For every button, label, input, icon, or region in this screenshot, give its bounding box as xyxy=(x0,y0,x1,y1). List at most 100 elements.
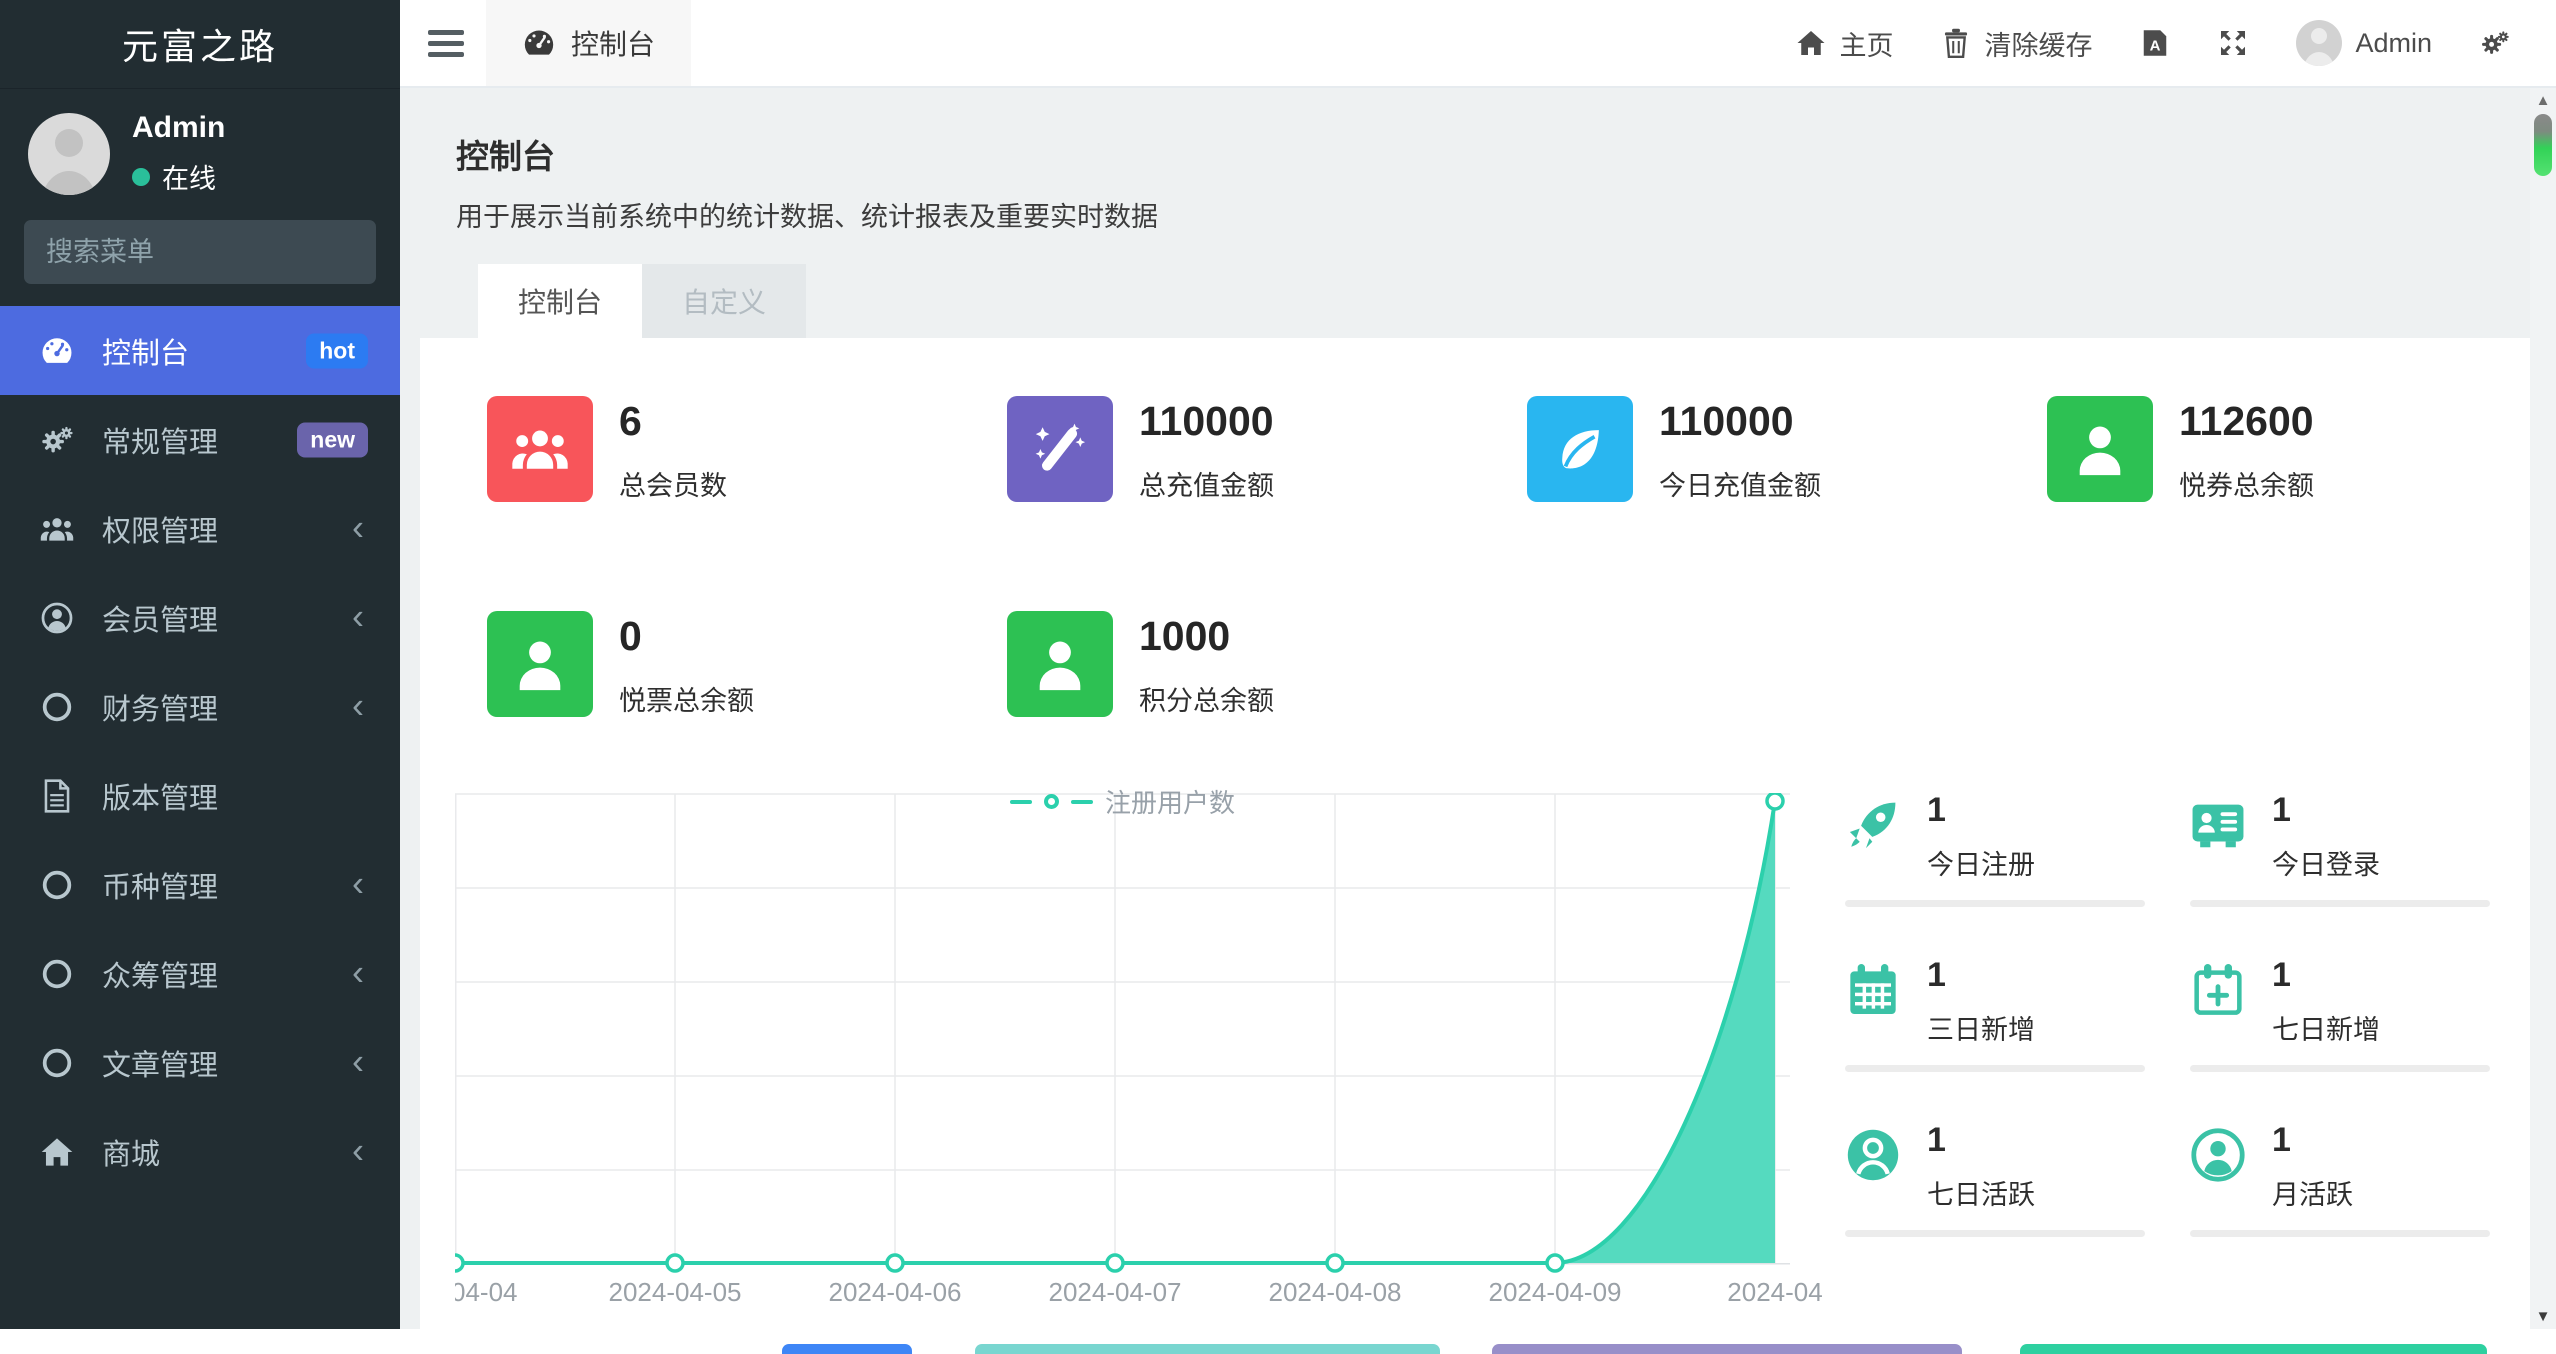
trash-icon xyxy=(1945,28,1968,58)
sidebar-item-finance[interactable]: 财务管理 ‹ xyxy=(0,662,400,751)
circle-icon xyxy=(34,957,80,991)
vertical-scrollbar[interactable]: ▲ ▼ xyxy=(2530,88,2556,1329)
topbar-actions: 主页 清除缓存 A Admin xyxy=(1796,20,2510,66)
chevron-left-icon: ‹ xyxy=(352,1039,364,1081)
user-status-label: 在线 xyxy=(162,164,216,194)
chart-area xyxy=(1555,801,1775,1263)
svg-text:2024-04-08: 2024-04-08 xyxy=(1269,1277,1402,1307)
mini-stat-value: 1 xyxy=(2272,956,2291,994)
mini-stat-value: 1 xyxy=(1927,791,1946,829)
stat-label: 今日充值金额 xyxy=(1659,471,1821,501)
registered-users-chart: 注册用户数 04-04 2024-04-05 2024-04-06 2024-0… xyxy=(455,783,1840,1328)
stat-label: 悦票总余额 xyxy=(619,686,754,716)
sidebar-item-versions[interactable]: 版本管理 xyxy=(0,751,400,840)
scroll-up-arrow-icon[interactable]: ▲ xyxy=(2530,92,2556,109)
sidebar-item-general[interactable]: 常规管理 new xyxy=(0,395,400,484)
user-status: 在线 xyxy=(132,157,225,196)
sidebar-search xyxy=(24,220,402,284)
mini-stat-value: 1 xyxy=(1927,1121,1946,1159)
stat-label: 总会员数 xyxy=(619,471,727,501)
magic-wand-icon xyxy=(1007,396,1113,502)
svg-text:2024-04-06: 2024-04-06 xyxy=(829,1277,962,1307)
stat-card-points-balance: 1000 积分总余额 xyxy=(1007,611,1274,718)
page-header: 控制台 用于展示当前系统中的统计数据、统计报表及重要实时数据 xyxy=(400,88,2556,234)
mini-stat-today-login: 1 今日登录 xyxy=(2190,793,2520,913)
mini-stat-3day-new: 1 三日新增 xyxy=(1845,958,2175,1078)
user-menu[interactable]: Admin xyxy=(2296,20,2432,66)
avatar xyxy=(2296,20,2343,66)
chevron-left-icon: ‹ xyxy=(352,683,364,725)
fullscreen-button[interactable] xyxy=(2218,28,2248,58)
user-panel: Admin 在线 xyxy=(0,89,400,204)
file-icon xyxy=(34,778,80,813)
progress-bar xyxy=(1845,1230,2145,1237)
svg-text:2024-04-07: 2024-04-07 xyxy=(1049,1277,1182,1307)
stat-card-coupon-balance: 112600 悦券总余额 xyxy=(2047,396,2314,503)
x-axis-labels: 04-04 2024-04-05 2024-04-06 2024-04-07 2… xyxy=(455,1277,1823,1307)
chart-plot: 04-04 2024-04-05 2024-04-06 2024-04-07 2… xyxy=(455,793,1823,1307)
tab-custom[interactable]: 自定义 xyxy=(642,264,807,338)
rocket-icon xyxy=(1845,797,1901,853)
leaf-icon xyxy=(1527,396,1633,502)
fullscreen-icon xyxy=(2221,31,2246,55)
legend-label: 注册用户数 xyxy=(1104,788,1235,818)
mini-stat-7day-active: 1 七日活跃 xyxy=(1845,1123,2175,1243)
legend-circle-icon xyxy=(1043,794,1059,809)
language-button[interactable]: A xyxy=(2140,28,2170,58)
svg-text:04-04: 04-04 xyxy=(455,1277,518,1307)
user-badge-icon xyxy=(1845,1127,1901,1183)
sidebar-item-members[interactable]: 会员管理 ‹ xyxy=(0,573,400,662)
progress-bar xyxy=(1845,1065,2145,1072)
mini-stat-today-registered: 1 今日注册 xyxy=(1845,793,2175,913)
sidebar-item-dashboard[interactable]: 控制台 hot xyxy=(0,306,400,395)
mini-stat-label: 七日活跃 xyxy=(1927,1180,2035,1210)
settings-button[interactable] xyxy=(2480,28,2510,58)
mini-stats-grid: 1 今日注册 1 今日登录 1 三日新增 1 七日新增 1 七日活跃 1 月活跃 xyxy=(1845,793,2520,1243)
clear-cache-button[interactable]: 清除缓存 xyxy=(1941,24,2092,63)
topbar-tab-dashboard[interactable]: 控制台 xyxy=(486,0,692,86)
svg-text:2024-04-09: 2024-04-09 xyxy=(1489,1277,1622,1307)
circle-icon xyxy=(34,690,80,724)
brand-title: 元富之路 xyxy=(0,0,400,89)
sidebar: 元富之路 Admin 在线 控制台 hot 常规管理 xyxy=(0,0,402,1329)
home-button[interactable]: 主页 xyxy=(1796,24,1893,63)
chart-legend[interactable]: 注册用户数 xyxy=(455,783,1790,820)
content-tabs: 控制台 自定义 xyxy=(478,264,2556,338)
new-badge: new xyxy=(297,422,368,457)
progress-bar xyxy=(2190,1065,2490,1072)
sidebar-item-label: 常规管理 xyxy=(102,426,219,459)
tab-dashboard[interactable]: 控制台 xyxy=(478,264,643,338)
user-icon xyxy=(1007,611,1113,717)
bottom-bar-blue xyxy=(782,1344,912,1354)
sidebar-item-currencies[interactable]: 币种管理 ‹ xyxy=(0,840,400,929)
chevron-left-icon: ‹ xyxy=(352,1128,364,1170)
sidebar-item-crowdfunding[interactable]: 众筹管理 ‹ xyxy=(0,929,400,1018)
chevron-left-icon: ‹ xyxy=(352,594,364,636)
circle-icon xyxy=(34,868,80,902)
sidebar-item-articles[interactable]: 文章管理 ‹ xyxy=(0,1018,400,1107)
stat-card-today-recharge: 110000 今日充值金额 xyxy=(1527,396,1821,503)
scroll-down-arrow-icon[interactable]: ▼ xyxy=(2530,1308,2556,1325)
stat-label: 悦券总余额 xyxy=(2179,471,2314,501)
sidebar-item-label: 商城 xyxy=(102,1138,161,1171)
scrollbar-thumb[interactable] xyxy=(2534,114,2552,176)
bottom-bar-teal xyxy=(975,1344,1440,1354)
stat-value: 1000 xyxy=(1139,613,1231,659)
home-label: 主页 xyxy=(1839,30,1894,61)
legend-line-icon xyxy=(1070,799,1093,804)
mini-stat-month-active: 1 月活跃 xyxy=(2190,1123,2520,1243)
sidebar-item-mall[interactable]: 商城 ‹ xyxy=(0,1107,400,1196)
chevron-left-icon: ‹ xyxy=(352,861,364,903)
user-icon xyxy=(2047,396,2153,502)
stat-card-total-members: 6 总会员数 xyxy=(487,396,727,503)
stat-label: 积分总余额 xyxy=(1139,686,1274,716)
user-icon xyxy=(487,611,593,717)
sidebar-item-permissions[interactable]: 权限管理 ‹ xyxy=(0,484,400,573)
mini-stat-value: 1 xyxy=(1927,956,1946,994)
stat-card-ticket-balance: 0 悦票总余额 xyxy=(487,611,754,718)
sidebar-item-label: 财务管理 xyxy=(102,693,219,726)
search-input[interactable] xyxy=(44,235,402,269)
chevron-left-icon: ‹ xyxy=(352,505,364,547)
user-circle-icon xyxy=(34,601,80,635)
sidebar-toggle-button[interactable] xyxy=(428,29,464,57)
